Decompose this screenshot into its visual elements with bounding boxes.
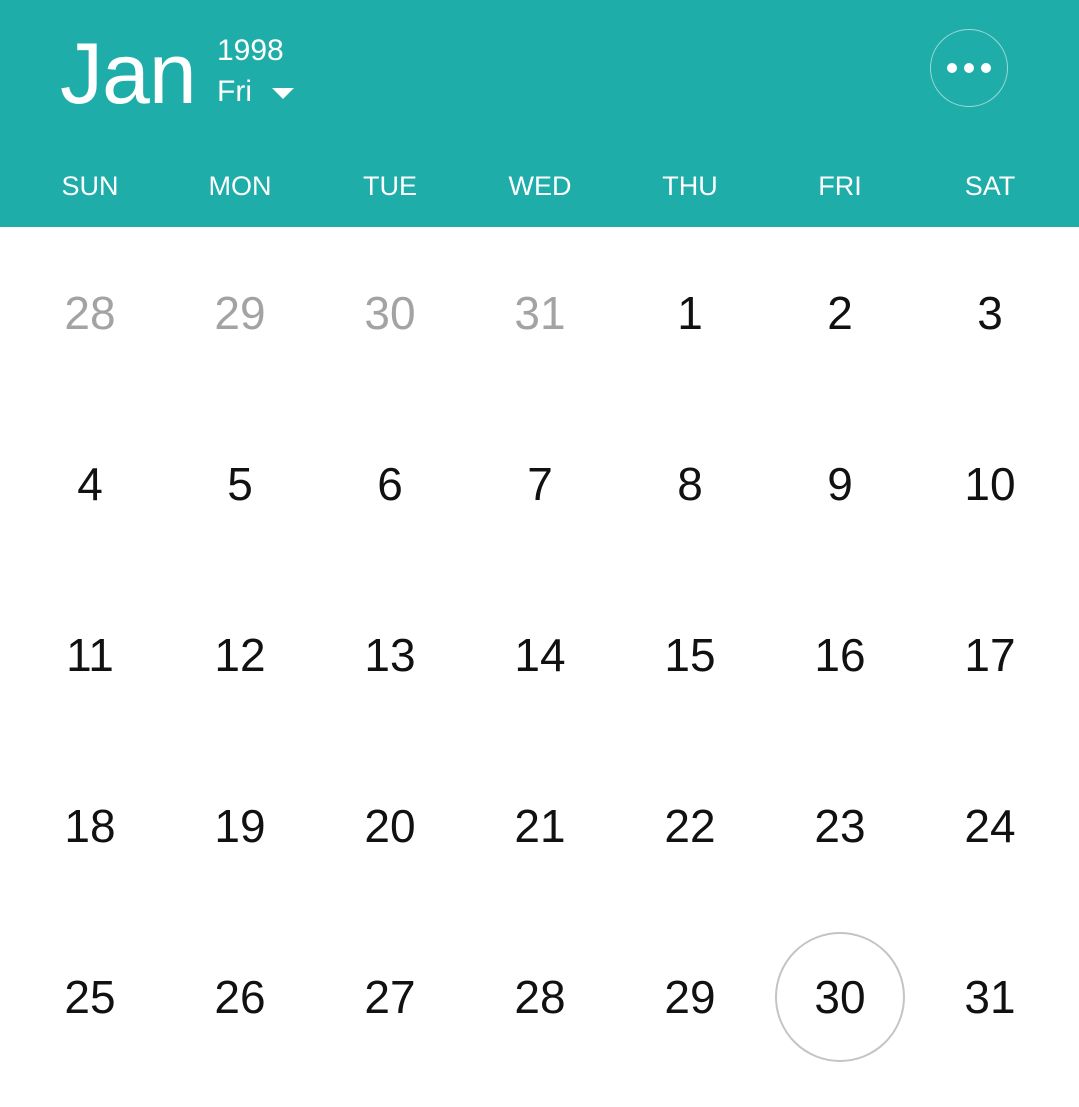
day-number: 8 bbox=[677, 457, 703, 510]
day-cell[interactable]: 26 bbox=[165, 911, 315, 1082]
day-number: 30 bbox=[364, 286, 416, 339]
day-cell[interactable]: 8 bbox=[615, 398, 765, 569]
day-cell[interactable]: 5 bbox=[165, 398, 315, 569]
day-number: 6 bbox=[377, 457, 403, 510]
day-number: 15 bbox=[664, 628, 716, 681]
day-cell[interactable]: 25 bbox=[15, 911, 165, 1082]
day-cell[interactable]: 2 bbox=[765, 227, 915, 398]
weekday-label: Fri bbox=[217, 75, 252, 108]
day-number: 31 bbox=[514, 286, 566, 339]
more-horizontal-icon bbox=[947, 63, 991, 73]
day-number: 27 bbox=[364, 970, 416, 1023]
weekday-fri: FRI bbox=[818, 171, 862, 201]
day-cell[interactable]: 19 bbox=[165, 740, 315, 911]
weekday-mon: MON bbox=[208, 171, 272, 201]
day-number: 22 bbox=[664, 799, 716, 852]
day-number: 25 bbox=[64, 970, 116, 1023]
day-number: 13 bbox=[364, 628, 416, 681]
day-number: 12 bbox=[214, 628, 266, 681]
day-cell[interactable]: 20 bbox=[315, 740, 465, 911]
weekday-sat: SAT bbox=[964, 171, 1016, 201]
day-cell[interactable]: 18 bbox=[15, 740, 165, 911]
day-number: 28 bbox=[514, 970, 566, 1023]
day-number: 28 bbox=[64, 286, 116, 339]
day-cell[interactable]: 11 bbox=[15, 569, 165, 740]
day-cell[interactable]: 6 bbox=[315, 398, 465, 569]
day-cell[interactable]: 7 bbox=[465, 398, 615, 569]
day-cell[interactable]: 3 bbox=[915, 227, 1065, 398]
day-number: 4 bbox=[77, 457, 103, 510]
day-number: 7 bbox=[527, 457, 553, 510]
day-number: 29 bbox=[664, 970, 716, 1023]
weekday-sun: SUN bbox=[61, 171, 119, 201]
day-cell[interactable]: 28 bbox=[465, 911, 615, 1082]
weekday-tue: TUE bbox=[363, 171, 417, 201]
day-cell[interactable]: 10 bbox=[915, 398, 1065, 569]
day-number: 2 bbox=[827, 286, 853, 339]
day-cell[interactable]: 29 bbox=[165, 227, 315, 398]
day-cell[interactable]: 29 bbox=[615, 911, 765, 1082]
day-cell[interactable]: 9 bbox=[765, 398, 915, 569]
day-cell[interactable]: 14 bbox=[465, 569, 615, 740]
day-number: 9 bbox=[827, 457, 853, 510]
day-cell[interactable]: 31 bbox=[465, 227, 615, 398]
day-number: 24 bbox=[964, 799, 1016, 852]
day-number: 21 bbox=[514, 799, 566, 852]
day-number: 1 bbox=[677, 286, 703, 339]
day-cell[interactable]: 17 bbox=[915, 569, 1065, 740]
month-title: Jan bbox=[60, 26, 197, 122]
day-number: 14 bbox=[514, 628, 566, 681]
day-number: 10 bbox=[964, 457, 1016, 510]
year-label[interactable]: 1998 bbox=[217, 33, 284, 69]
day-cell[interactable]: 16 bbox=[765, 569, 915, 740]
day-cell[interactable]: 12 bbox=[165, 569, 315, 740]
day-number: 18 bbox=[64, 799, 116, 852]
calendar-header: Jan 1998 Fri SUN MON TUE WED THU FRI SAT bbox=[0, 0, 1079, 227]
day-number: 30 bbox=[814, 970, 866, 1023]
more-options-button[interactable] bbox=[930, 29, 1008, 107]
day-cell[interactable]: 31 bbox=[915, 911, 1065, 1082]
weekday-thu: THU bbox=[662, 171, 718, 201]
day-number: 19 bbox=[214, 799, 266, 852]
weekday-dropdown[interactable]: Fri bbox=[217, 72, 294, 112]
day-number: 20 bbox=[364, 799, 416, 852]
day-number: 3 bbox=[977, 286, 1003, 339]
day-number: 29 bbox=[214, 286, 266, 339]
day-number: 16 bbox=[814, 628, 866, 681]
day-number: 31 bbox=[964, 970, 1016, 1023]
day-cell[interactable]: 15 bbox=[615, 569, 765, 740]
day-cell[interactable]: 24 bbox=[915, 740, 1065, 911]
day-cell[interactable]: 4 bbox=[15, 398, 165, 569]
day-cell[interactable]: 28 bbox=[15, 227, 165, 398]
day-number: 5 bbox=[227, 457, 253, 510]
day-cell[interactable]: 22 bbox=[615, 740, 765, 911]
day-cell[interactable]: 27 bbox=[315, 911, 465, 1082]
caret-down-icon bbox=[271, 87, 294, 99]
day-cell[interactable]: 30 bbox=[315, 227, 465, 398]
day-cell[interactable]: 23 bbox=[765, 740, 915, 911]
day-number: 11 bbox=[66, 628, 114, 681]
day-cell[interactable]: 1 bbox=[615, 227, 765, 398]
day-cell[interactable]: 21 bbox=[465, 740, 615, 911]
day-number: 23 bbox=[814, 799, 866, 852]
day-cell-selected[interactable]: 30 bbox=[765, 911, 915, 1082]
weekday-wed: WED bbox=[508, 171, 572, 201]
day-cell[interactable]: 13 bbox=[315, 569, 465, 740]
weekday-header-row: SUN MON TUE WED THU FRI SAT bbox=[15, 164, 1065, 208]
calendar-grid: 28 29 30 31 1 2 3 4 5 6 7 8 9 10 11 12 13 14 15 16 17 18 19 20 2… bbox=[15, 227, 1065, 1082]
day-number: 26 bbox=[214, 970, 266, 1023]
day-number: 17 bbox=[964, 628, 1016, 681]
